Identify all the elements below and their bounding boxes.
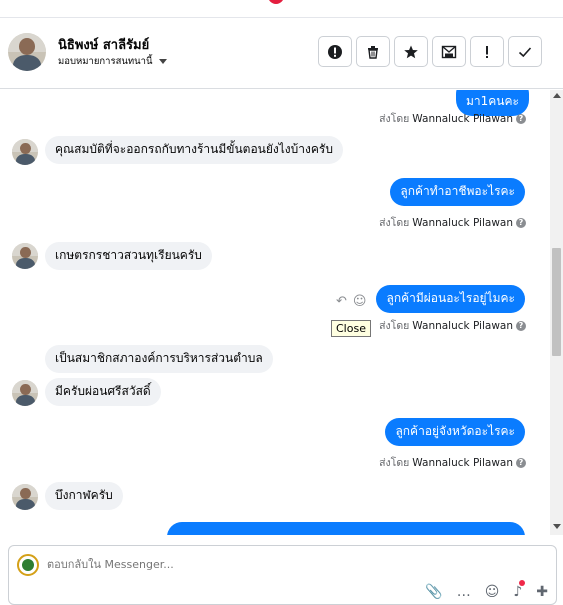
reply-icon[interactable]: ↶ (336, 294, 347, 309)
message-bubble-outgoing: ลูกค้าอยู่จังหวัดอะไรคะ (385, 418, 525, 446)
message-bubble-incoming: เกษตรกรชาวสวนทุเรียนครับ (45, 242, 212, 270)
attachment-icon[interactable]: 📎 (425, 584, 442, 600)
mark-done-button[interactable] (508, 36, 542, 67)
conversation-header: นิธิพงษ์ สาลีรัมย์ มอบหมายการสนทนานี้ (0, 18, 563, 89)
sent-by-label: ส่งโดย Wannaluck Pilawan ? (379, 317, 526, 334)
caret-down-icon (158, 59, 167, 64)
contact-name[interactable]: นิธิพงษ์ สาลีรัมย์ (58, 34, 149, 55)
emoji-icon[interactable]: ☺ (485, 584, 500, 600)
reply-composer: 📎 … ☺ ♪ ✚ (8, 545, 557, 605)
contact-avatar-small (12, 380, 38, 406)
audio-icon[interactable]: ♪ (513, 580, 526, 600)
message-hover-actions: ↶ ☺ (336, 294, 366, 309)
star-button[interactable] (394, 36, 428, 67)
message-bubble-incoming: เป็นสมาชิกสภาองค์การบริหารส่วนตำบล (45, 345, 273, 373)
sent-by-label: ส่งโดย Wannaluck Pilawan ? (379, 110, 526, 127)
sent-by-label: ส่งโดย Wannaluck Pilawan ? (379, 454, 526, 471)
emoji-react-icon[interactable]: ☺ (353, 294, 367, 309)
delete-button[interactable] (356, 36, 390, 67)
contact-avatar-small (12, 243, 38, 269)
message-bubble-incoming: บึงกาฬครับ (45, 482, 123, 510)
info-icon: ? (516, 113, 526, 124)
assign-label: มอบหมายการสนทนานี้ (58, 56, 153, 67)
contact-avatar[interactable] (8, 33, 46, 71)
brand-mark (268, 0, 284, 4)
page-avatar (17, 554, 39, 576)
envelope-icon (441, 45, 457, 58)
scroll-up-arrow-icon[interactable] (553, 93, 561, 98)
contact-avatar-small (12, 139, 38, 165)
top-strip (0, 0, 563, 18)
mark-important-button[interactable] (470, 36, 504, 67)
scroll-down-arrow-icon[interactable] (553, 524, 561, 529)
saved-replies-icon[interactable]: … (457, 584, 471, 600)
message-thread[interactable]: มา1คนคะ ส่งโดย Wannaluck Pilawan ? คุณสม… (0, 90, 550, 535)
notification-dot (519, 580, 526, 586)
info-icon: ? (516, 457, 526, 468)
close-tooltip: Close (331, 320, 371, 337)
mark-unread-button[interactable] (432, 36, 466, 67)
info-icon: ? (516, 217, 526, 228)
more-icon[interactable]: ✚ (536, 584, 548, 600)
chat-scrollbar[interactable] (550, 90, 563, 535)
message-bubble-outgoing: ลูกค้าทำอาชีพอะไรคะ (390, 178, 525, 206)
message-bubble-incoming: คุณสมบัติที่จะออกรถกับทางร้านมีขั้นตอนยั… (45, 136, 343, 164)
message-bubble-outgoing: ลูกค้ามีผ่อนอะไรอยู่ไมคะ (376, 285, 525, 313)
exclamation-icon (486, 45, 488, 58)
alert-circle-icon (328, 44, 342, 59)
star-icon (404, 45, 418, 58)
message-bubble-incoming: มีครับผ่อนศรีสวัสดิ์ (45, 378, 161, 406)
info-icon: ? (516, 320, 526, 331)
check-icon (518, 46, 532, 57)
scroll-thumb[interactable] (552, 248, 561, 356)
message-bubble-outgoing-partial (167, 522, 525, 535)
assign-conversation-dropdown[interactable]: มอบหมายการสนทนานี้ (58, 54, 167, 69)
header-actions (318, 36, 542, 67)
mark-spam-button[interactable] (318, 36, 352, 67)
composer-tools: 📎 … ☺ ♪ ✚ (425, 580, 548, 600)
sent-by-label: ส่งโดย Wannaluck Pilawan ? (379, 214, 526, 231)
trash-icon (368, 45, 378, 59)
contact-avatar-small (12, 484, 38, 510)
reply-input[interactable] (47, 558, 347, 571)
